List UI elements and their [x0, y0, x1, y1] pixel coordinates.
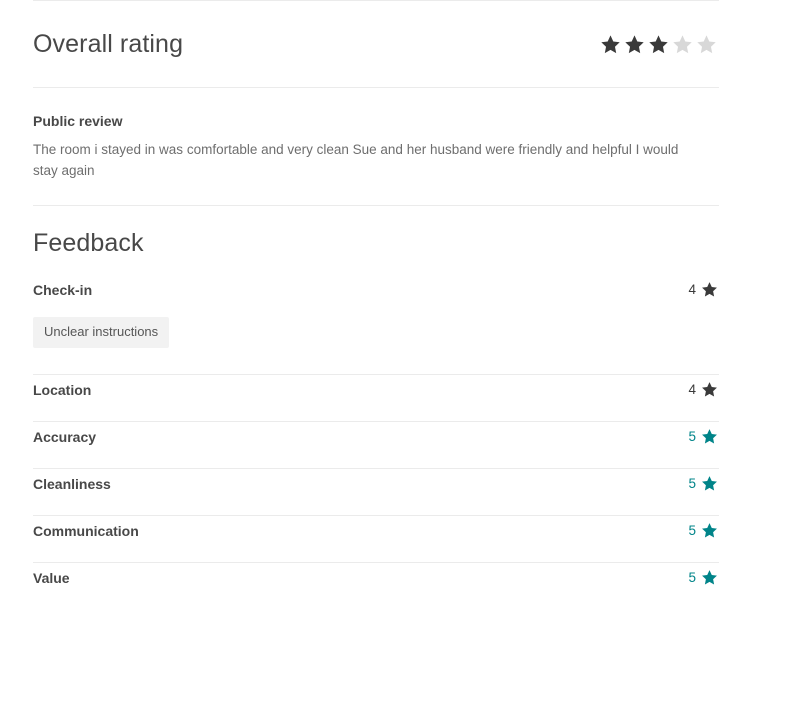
feedback-tag: Unclear instructions: [33, 317, 170, 348]
star-filled-icon: [702, 476, 717, 491]
review-detail-page: Overall rating Public review The room i …: [0, 0, 803, 721]
feedback-category: Location 4: [33, 375, 719, 421]
feedback-score-value: 5: [688, 569, 696, 585]
feedback-category: Communication 5: [33, 516, 719, 562]
feedback-score: 4: [688, 281, 719, 298]
public-review-text: The room i stayed in was comfortable and…: [33, 142, 679, 178]
feedback-score-value: 4: [688, 381, 696, 397]
star-filled-icon: [702, 382, 717, 397]
star-empty-icon: [673, 34, 692, 53]
feedback-score: 5: [688, 428, 719, 445]
feedback-row: Communication 5: [33, 516, 719, 540]
feedback-score: 4: [688, 381, 719, 398]
overall-rating-title: Overall rating: [33, 30, 184, 58]
overall-rating-section: Overall rating: [33, 1, 719, 87]
feedback-score: 5: [688, 522, 719, 539]
feedback-row: Location 4: [33, 375, 719, 399]
feedback-category-label: Accuracy: [33, 429, 97, 445]
public-review-section: Public review The room i stayed in was c…: [33, 88, 719, 205]
star-filled-icon: [702, 570, 717, 585]
star-filled-icon: [601, 34, 620, 53]
feedback-category-label: Location: [33, 382, 92, 398]
star-filled-icon: [649, 34, 668, 53]
feedback-category-label: Check-in: [33, 282, 93, 298]
star-filled-icon: [702, 523, 717, 538]
feedback-category-list: Check-in 4 Unclear instructions Location 4 Ac…: [0, 275, 803, 609]
feedback-category: Accuracy 5: [33, 422, 719, 468]
feedback-section: Feedback: [33, 206, 719, 275]
feedback-score-value: 5: [688, 475, 696, 491]
feedback-category-label: Cleanliness: [33, 476, 111, 492]
feedback-category: Check-in 4 Unclear instructions: [33, 275, 719, 374]
feedback-category: Cleanliness 5: [33, 469, 719, 515]
feedback-tag-list: Unclear instructions: [33, 317, 719, 348]
feedback-score: 5: [688, 475, 719, 492]
star-empty-icon: [697, 34, 716, 53]
feedback-title: Feedback: [33, 229, 144, 257]
feedback-row: Value 5: [33, 563, 719, 587]
feedback-category: Value 5: [33, 563, 719, 609]
feedback-score: 5: [688, 569, 719, 586]
feedback-category-label: Value: [33, 570, 70, 586]
star-filled-icon: [702, 282, 717, 297]
public-review-label: Public review: [33, 113, 123, 129]
star-filled-icon: [625, 34, 644, 53]
feedback-row: Accuracy 5: [33, 422, 719, 446]
feedback-score-value: 5: [688, 522, 696, 538]
feedback-score-value: 4: [688, 281, 696, 297]
overall-rating-stars: [600, 34, 719, 55]
feedback-score-value: 5: [688, 428, 696, 444]
star-filled-icon: [702, 429, 717, 444]
feedback-row: Cleanliness 5: [33, 469, 719, 493]
feedback-category-label: Communication: [33, 523, 139, 539]
feedback-row: Check-in 4: [33, 275, 719, 299]
